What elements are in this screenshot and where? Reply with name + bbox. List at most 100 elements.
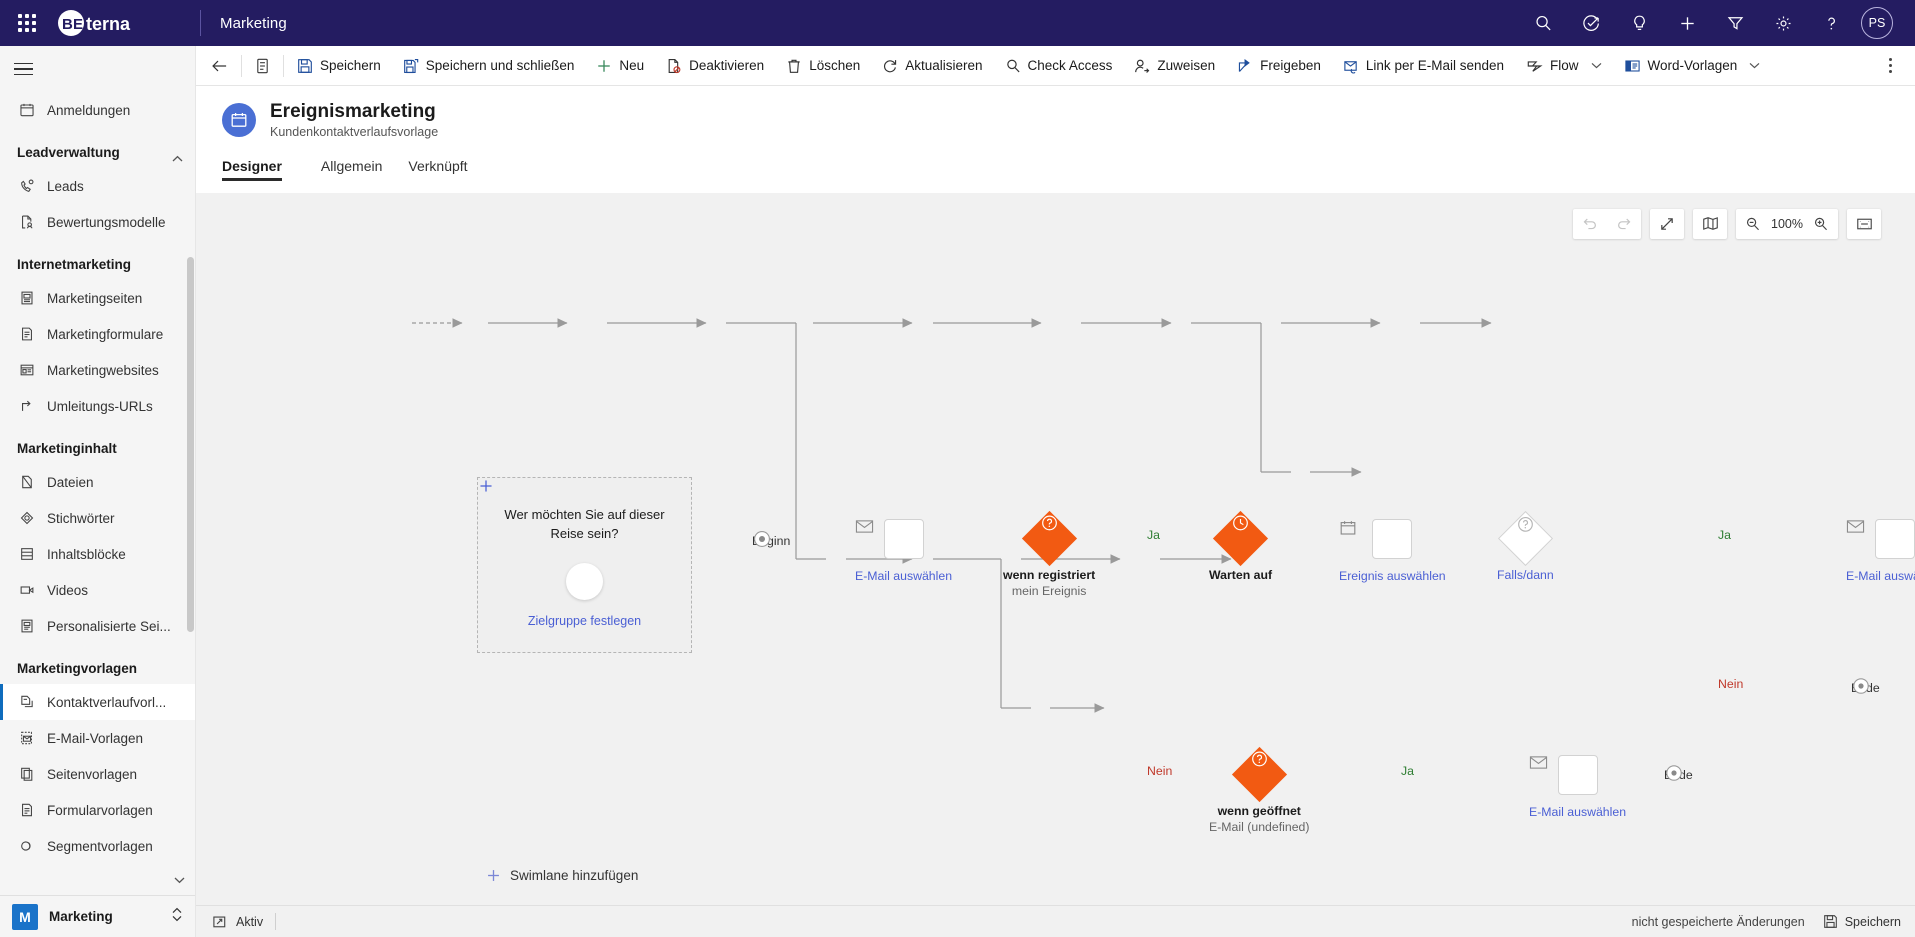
sidebar-item-seitenvorlagen[interactable]: Seitenvorlagen [0, 756, 195, 792]
expand-form-icon[interactable] [206, 915, 232, 929]
sidebar-item-label: Bewertungsmodelle [47, 214, 166, 230]
status-bar: Aktiv nicht gespeicherte Änderungen Spei… [196, 905, 1915, 937]
flow-node-warten-auf[interactable]: Warten auf 1 Stunden [1209, 510, 1272, 584]
sidebar-toggle-button[interactable] [0, 46, 195, 92]
redirect-arrow-icon [17, 397, 36, 416]
node-label: E-Mail auswählen [1529, 804, 1627, 819]
sidebar-item-kontaktverlaufvorlagen[interactable]: Kontaktverlaufvorl... [0, 684, 195, 720]
sidebar-item-label: Marketingformulare [47, 326, 164, 342]
sidebar-item-marketingformulare[interactable]: Marketingformulare [0, 316, 195, 352]
sidebar-item-marketingseiten[interactable]: Marketingseiten [0, 280, 195, 316]
more-options-icon [1888, 58, 1892, 73]
assign-button[interactable]: Zuweisen [1123, 46, 1226, 86]
zoom-out-icon[interactable] [1736, 209, 1770, 239]
sidebar-item-formularvorlagen[interactable]: Formularvorlagen [0, 792, 195, 828]
new-button-label: Neu [619, 58, 645, 73]
delete-button[interactable]: Löschen [775, 46, 871, 86]
tab-allgemein[interactable]: Allgemein [308, 152, 395, 181]
node-shape [1340, 518, 1413, 559]
redo-icon[interactable] [1607, 209, 1641, 239]
tab-verknuepft[interactable]: Verknüpft [395, 152, 480, 181]
sidebar-item-leads[interactable]: Leads [0, 168, 195, 204]
svg-text:terna: terna [86, 14, 131, 34]
filter-icon[interactable] [1711, 0, 1759, 46]
new-button[interactable]: Neu [585, 46, 655, 86]
check-access-button[interactable]: Check Access [994, 46, 1124, 86]
trigger-card[interactable]: Wer möchten Sie auf dieser Reise sein? Z… [477, 476, 692, 653]
back-button[interactable] [200, 46, 239, 86]
fit-to-screen-icon[interactable] [1847, 209, 1881, 239]
deactivate-button[interactable]: Deaktivieren [655, 46, 775, 86]
chevron-down-icon[interactable] [1749, 62, 1760, 69]
sidebar-item-marketingwebsites[interactable]: Marketingwebsites [0, 352, 195, 388]
sidebar-item-personalisierte-seiten[interactable]: Personalisierte Sei... [0, 608, 195, 644]
status-save-button[interactable]: Speichern [1823, 914, 1901, 929]
brand-logo[interactable]: B E terna [54, 9, 200, 37]
delete-button-label: Löschen [809, 58, 861, 73]
node-label: E-Mail auswählen [1846, 568, 1915, 583]
word-templates-button[interactable]: Word-Vorlagen [1613, 46, 1772, 86]
save-button[interactable]: Speichern [286, 46, 392, 86]
save-and-close-button[interactable]: Speichern und schließen [392, 46, 586, 86]
check-circle-arrow-icon[interactable] [1567, 0, 1615, 46]
sidebar-item-umleitungs-urls[interactable]: Umleitungs-URLs [0, 388, 195, 424]
flow-node-email-1[interactable]: E-Mail auswählen [855, 518, 952, 585]
email-link-button[interactable]: Link per E-Mail senden [1332, 46, 1515, 86]
main-content: Speichern Speichern und schließen Neu De… [196, 46, 1915, 937]
journey-template-icon [17, 693, 36, 712]
sidebar-collapse-caret-icon[interactable] [172, 150, 183, 168]
flow-node-email-2[interactable]: E-Mail auswählen [1846, 518, 1915, 585]
chevron-down-icon[interactable] [1591, 62, 1602, 69]
sidebar-item-email-vorlagen[interactable]: E-Mail-Vorlagen [0, 720, 195, 756]
refresh-button[interactable]: Aktualisieren [871, 46, 993, 86]
flow-node-ereignis-auswaehlen[interactable]: Ereignis auswählen [1339, 518, 1446, 585]
sidebar-item-anmeldungen[interactable]: Anmeldungen [0, 92, 195, 128]
sidebar-group-title: Internetmarketing [17, 257, 132, 272]
sidebar-item-inhaltsbloecke[interactable]: Inhaltsblöcke [0, 536, 195, 572]
save-icon [1823, 915, 1837, 928]
flow-node-wenn-registriert[interactable]: wenn registriert mein Ereignis [1003, 510, 1095, 600]
search-icon[interactable] [1519, 0, 1567, 46]
flow-start-node[interactable]: Beginn [752, 529, 790, 548]
calendar-icon [1340, 520, 1356, 535]
tab-designer[interactable]: Designer [222, 152, 295, 181]
sidebar-item-dateien[interactable]: Dateien [0, 464, 195, 500]
designer-canvas[interactable]: 100% Wer möchten Sie auf dieser Reise se… [196, 192, 1915, 905]
sidebar-item-videos[interactable]: Videos [0, 572, 195, 608]
zoom-in-icon[interactable] [1804, 209, 1838, 239]
waffle-grid-icon [18, 14, 36, 32]
flow-node-falls-dann[interactable]: Falls/dann [1497, 510, 1554, 584]
gear-icon[interactable] [1759, 0, 1807, 46]
website-icon [17, 361, 36, 380]
app-switcher-label: Marketing [49, 909, 113, 924]
lightbulb-icon[interactable] [1615, 0, 1663, 46]
help-icon[interactable] [1807, 0, 1855, 46]
share-button[interactable]: Freigeben [1226, 46, 1332, 86]
plus-icon[interactable] [1663, 0, 1711, 46]
user-avatar[interactable]: PS [1861, 7, 1893, 39]
question-icon [1251, 751, 1267, 767]
start-circle-icon [754, 530, 770, 547]
app-launcher-button[interactable] [0, 0, 54, 46]
map-icon[interactable] [1693, 209, 1727, 239]
sidebar-item-segmentvorlagen[interactable]: Segmentvorlagen [0, 828, 195, 864]
flow-button[interactable]: Flow [1515, 46, 1613, 86]
app-switcher[interactable]: M Marketing [0, 895, 195, 937]
add-swimlane-button[interactable]: Swimlane hinzufügen [486, 868, 638, 883]
expand-diagonal-icon[interactable] [1650, 209, 1684, 239]
sidebar-item-stichwoerter[interactable]: Stichwörter [0, 500, 195, 536]
flow-end-node-2[interactable]: Ende [1851, 676, 1880, 695]
more-options-button[interactable] [1875, 46, 1905, 86]
set-audience-link[interactable]: Zielgruppe festlegen [528, 614, 641, 628]
undo-icon[interactable] [1573, 209, 1607, 239]
add-audience-button[interactable] [480, 480, 603, 601]
flow-node-email-3[interactable]: E-Mail auswählen [1529, 754, 1627, 821]
flow-end-node-3[interactable]: Ende [1664, 763, 1693, 782]
sidebar-scroll-down-caret-icon[interactable] [174, 871, 185, 889]
sidebar-item-bewertungsmodelle[interactable]: Bewertungsmodelle [0, 204, 195, 240]
form-selector-button[interactable] [244, 46, 281, 86]
flow-node-wenn-geoeffnet[interactable]: wenn geöffnet E-Mail (undefined) [1209, 746, 1309, 836]
sidebar-scrollbar[interactable] [187, 257, 194, 632]
phone-lead-icon [17, 177, 36, 196]
edge-label-yes-ifthen: Ja [1718, 527, 1731, 542]
